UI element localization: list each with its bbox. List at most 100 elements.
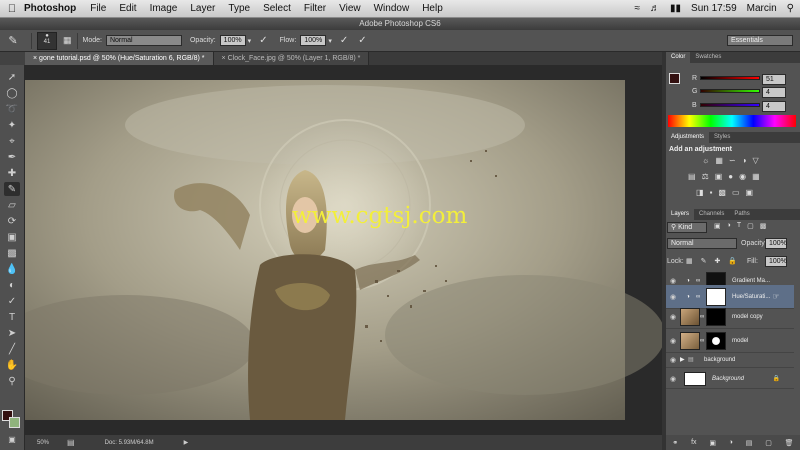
visibility-eye-icon[interactable]: ◉	[666, 356, 680, 364]
document-canvas[interactable]: www.cgtsj.com	[0, 65, 665, 435]
search-icon[interactable]: ⚲	[787, 3, 794, 14]
layer-mask-thumbnail[interactable]	[706, 307, 726, 326]
clone-stamp-tool-icon[interactable]: ▱	[4, 198, 20, 212]
background-color-swatch[interactable]	[9, 417, 20, 428]
opacity-input[interactable]: 100%	[219, 35, 246, 46]
filter-shape-icon[interactable]: ▢	[747, 222, 754, 230]
color-lookup-icon[interactable]: ▦	[752, 172, 760, 181]
healing-brush-tool-icon[interactable]: ✚	[4, 166, 20, 180]
new-adjustment-icon[interactable]: ◑	[729, 439, 733, 446]
hand-tool-icon[interactable]: ✋	[4, 358, 20, 372]
pen-tool-icon[interactable]: ✓	[4, 294, 20, 308]
filter-smart-icon[interactable]: ▩	[760, 222, 767, 230]
dodge-tool-icon[interactable]: ◐	[4, 278, 20, 292]
layer-opacity-input[interactable]: 100%	[765, 238, 787, 249]
visibility-eye-icon[interactable]: ◉	[666, 293, 680, 301]
layer-model-copy[interactable]: ◉ ∞ model copy	[666, 305, 794, 329]
layer-group-background[interactable]: ◉ ▶ ▤ background	[666, 352, 794, 368]
volume-icon[interactable]: ♬	[650, 3, 660, 14]
quick-mask-icon[interactable]: ▣	[4, 432, 20, 446]
filter-pixel-icon[interactable]: ▣	[714, 222, 721, 230]
new-layer-icon[interactable]: ▢	[765, 439, 772, 447]
status-menu-arrow-icon[interactable]: ▶	[184, 439, 189, 446]
battery-icon[interactable]: ▮▮	[670, 3, 681, 14]
r-slider[interactable]	[700, 76, 760, 80]
curves-icon[interactable]: ∽	[729, 156, 736, 165]
move-tool-icon[interactable]: ➚	[4, 70, 20, 84]
color-balance-icon[interactable]: ⚖	[702, 172, 709, 181]
menu-select[interactable]: Select	[263, 3, 291, 14]
photo-filter-icon[interactable]: ●	[728, 172, 733, 181]
apple-icon[interactable]: 	[0, 3, 24, 15]
export-icon[interactable]: ▤	[67, 438, 75, 447]
delete-layer-icon[interactable]: 🗑	[785, 439, 794, 447]
opacity-dropdown-icon[interactable]: ▾	[248, 37, 252, 45]
layer-name[interactable]: Background	[712, 376, 744, 382]
layer-thumbnail[interactable]	[680, 331, 700, 350]
brush-preset-picker[interactable]: ● 41	[37, 31, 57, 50]
layer-name[interactable]: model copy	[732, 314, 763, 320]
tab-styles[interactable]: Styles	[709, 132, 735, 143]
tab-layers[interactable]: Layers	[666, 209, 695, 220]
filter-adjustment-icon[interactable]: ◑	[727, 222, 731, 230]
posterize-icon[interactable]: ▪	[710, 188, 713, 197]
lock-transparent-icon[interactable]: ▦	[686, 257, 693, 265]
visibility-eye-icon[interactable]: ◉	[666, 277, 680, 285]
tab-gone-tutorial[interactable]: × gone tutorial.psd @ 50% (Hue/Saturatio…	[25, 52, 214, 65]
menu-image[interactable]: Image	[150, 3, 178, 14]
menu-type[interactable]: Type	[228, 3, 250, 14]
new-group-icon[interactable]: ▤	[746, 439, 753, 447]
menu-layer[interactable]: Layer	[190, 3, 215, 14]
layer-style-icon[interactable]: fx	[691, 439, 696, 446]
canvas-area[interactable]: www.cgtsj.com	[0, 65, 665, 435]
b-value[interactable]: 4	[762, 101, 786, 112]
menu-edit[interactable]: Edit	[119, 3, 136, 14]
eraser-tool-icon[interactable]: ▣	[4, 230, 20, 244]
selective-color-icon[interactable]: ▣	[746, 188, 754, 197]
layer-name[interactable]: Hue/Saturati...	[732, 294, 770, 300]
add-mask-icon[interactable]: ▣	[709, 439, 716, 447]
channel-mixer-icon[interactable]: ◉	[739, 172, 746, 181]
threshold-icon[interactable]: ▩	[718, 188, 726, 197]
layer-name[interactable]: background	[704, 357, 735, 363]
layer-name[interactable]: Gradient Ma...	[732, 278, 770, 284]
g-slider[interactable]	[700, 89, 760, 93]
fill-input[interactable]: 100%	[765, 256, 787, 267]
brush-panel-icon[interactable]: ▦	[63, 35, 72, 46]
workspace-select[interactable]: Essentials	[727, 35, 793, 46]
brush-tool-icon[interactable]: ✎	[4, 182, 20, 196]
zoom-level[interactable]: 50%	[37, 440, 61, 446]
layer-thumbnail[interactable]	[680, 307, 700, 326]
layer-background[interactable]: ◉ Background 🔒	[666, 369, 794, 389]
menu-view[interactable]: View	[339, 3, 361, 14]
history-brush-tool-icon[interactable]: ⟳	[4, 214, 20, 228]
layer-mask-thumbnail[interactable]	[706, 287, 726, 306]
marquee-tool-icon[interactable]: ◯	[4, 86, 20, 100]
tab-adjustments[interactable]: Adjustments	[666, 132, 710, 143]
menu-file[interactable]: File	[90, 3, 106, 14]
quick-select-tool-icon[interactable]: ✦	[4, 118, 20, 132]
g-value[interactable]: 4	[762, 87, 786, 98]
visibility-eye-icon[interactable]: ◉	[666, 313, 680, 321]
r-value[interactable]: 51	[762, 74, 786, 85]
lasso-tool-icon[interactable]: ➰	[4, 102, 20, 116]
zoom-tool-icon[interactable]: ⚲	[4, 374, 20, 388]
type-tool-icon[interactable]: T	[4, 310, 20, 324]
color-fg-swatch[interactable]	[669, 73, 680, 84]
levels-icon[interactable]: ▦	[715, 156, 723, 165]
visibility-eye-icon[interactable]: ◉	[666, 375, 680, 383]
expand-arrow-icon[interactable]: ▶	[680, 356, 688, 363]
pressure-size-icon[interactable]: ✓	[358, 35, 366, 46]
layer-name[interactable]: model	[732, 338, 748, 344]
menu-help[interactable]: Help	[422, 3, 443, 14]
tab-swatches[interactable]: Swatches	[690, 52, 726, 63]
brush-tool-icon[interactable]: ✎	[0, 34, 26, 47]
exposure-icon[interactable]: ◑	[742, 156, 747, 165]
menu-filter[interactable]: Filter	[304, 3, 326, 14]
mode-select[interactable]: Normal	[105, 35, 182, 46]
brightness-contrast-icon[interactable]: ☼	[702, 156, 709, 165]
vibrance-icon[interactable]: ▽	[752, 156, 758, 165]
link-layers-icon[interactable]: ⚭	[672, 439, 678, 447]
user-name[interactable]: Marcin	[747, 3, 777, 14]
eyedropper-tool-icon[interactable]: ✒	[4, 150, 20, 164]
